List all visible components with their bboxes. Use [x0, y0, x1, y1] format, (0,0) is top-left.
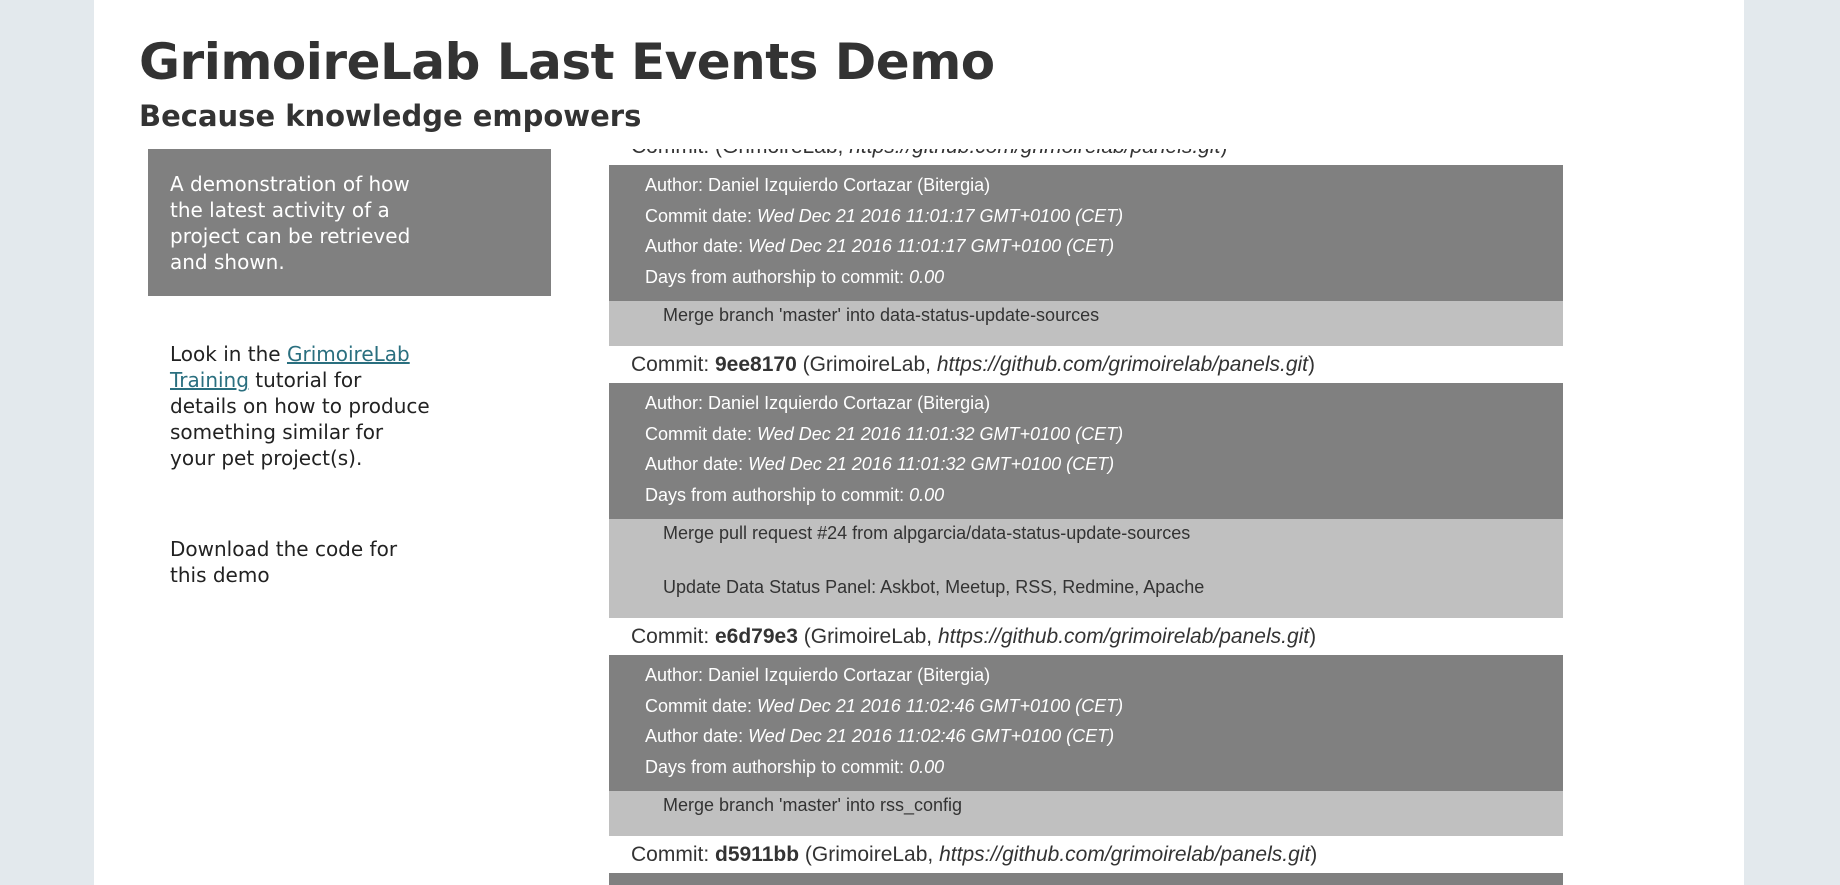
commit-repo: https://github.com/grimoirelab/panels.gi… — [937, 625, 1310, 648]
commit-label: Commit: — [631, 843, 715, 866]
days-to-commit-row: Days from authorship to commit: 0.00 — [645, 755, 1549, 786]
author-value: Daniel Izquierdo Cortazar (Bitergia) — [708, 175, 991, 195]
author-row: Author: Daniel Izquierdo Cortazar (Biter… — [645, 881, 1549, 885]
author-value: Daniel Izquierdo Cortazar (Bitergia) — [708, 665, 991, 685]
author-row: Author: Daniel Izquierdo Cortazar (Biter… — [645, 663, 1549, 694]
author-date-label: Author date: — [645, 454, 749, 474]
days-to-commit-label: Days from authorship to commit: — [645, 484, 910, 505]
days-to-commit-row: Days from authorship to commit: 0.00 — [645, 483, 1549, 514]
page: GrimoireLab Last Events Demo Because kno… — [94, 0, 1744, 885]
author-row: Author: Daniel Izquierdo Cortazar (Biter… — [645, 173, 1549, 204]
author-date-label: Author date: — [645, 236, 749, 256]
author-label: Author: — [645, 393, 709, 413]
author-date-row: Author date: Wed Dec 21 2016 11:01:32 GM… — [645, 452, 1549, 483]
days-to-commit-label: Days from authorship to commit: — [645, 756, 910, 777]
commit-hash: d5911bb — [715, 843, 800, 866]
author-date-value: Wed Dec 21 2016 11:01:32 GMT+0100 (CET) — [748, 454, 1115, 474]
commit-meta: Author: Daniel Izquierdo Cortazar (Biter… — [609, 873, 1563, 885]
author-row: Author: Daniel Izquierdo Cortazar (Biter… — [645, 391, 1549, 422]
commit-meta: Author: Daniel Izquierdo Cortazar (Biter… — [609, 383, 1563, 519]
commit-meta: Author: Daniel Izquierdo Cortazar (Biter… — [609, 165, 1563, 301]
commit-entry: Commit: d5911bb (GrimoireLab, https://gi… — [609, 836, 1563, 885]
page-title: GrimoireLab Last Events Demo — [139, 33, 995, 91]
commit-message-line: Merge pull request #24 from alpgarcia/da… — [663, 523, 1191, 543]
commit-label: Commit: — [631, 625, 715, 648]
commit-repo: https://github.com/grimoirelab/panels.gi… — [939, 843, 1311, 866]
commit-label: Commit: — [631, 353, 715, 376]
commit-entry: Commit: e6d79e3 (GrimoireLab, https://gi… — [609, 618, 1563, 836]
commit-hash: 9ee8170 — [715, 353, 797, 376]
commit-date-label: Commit date: — [645, 205, 758, 226]
commit-message: Merge branch 'master' into rss_config — [609, 791, 1563, 836]
days-to-commit-value: 0.00 — [909, 484, 945, 505]
commit-message: Merge pull request #24 from alpgarcia/da… — [609, 519, 1563, 618]
commit-date-value: Wed Dec 21 2016 11:02:46 GMT+0100 (CET) — [757, 695, 1124, 716]
author-date-row: Author date: Wed Dec 21 2016 11:02:46 GM… — [645, 724, 1549, 755]
commit-project: GrimoireLab — [810, 625, 927, 648]
page-subtitle: Because knowledge empowers — [139, 99, 642, 133]
author-date-value: Wed Dec 21 2016 11:02:46 GMT+0100 (CET) — [748, 726, 1115, 746]
author-date-value: Wed Dec 21 2016 11:01:17 GMT+0100 (CET) — [748, 236, 1115, 256]
commit-message-line: Merge branch 'master' into rss_config — [663, 795, 963, 815]
intro-box: A demonstration of how the latest activi… — [148, 149, 551, 296]
commit-message: Merge branch 'master' into data-status-u… — [609, 301, 1563, 346]
page-header: GrimoireLab Last Events Demo Because kno… — [139, 28, 995, 136]
commit-header: Commit: d5911bb (GrimoireLab, https://gi… — [631, 843, 1318, 866]
intro-text: A demonstration of how the latest activi… — [170, 172, 411, 274]
days-to-commit-row: Days from authorship to commit: 0.00 — [645, 265, 1549, 296]
sidebar: A demonstration of how the latest activi… — [148, 149, 551, 588]
download-note: Download the code for this demo — [170, 537, 398, 587]
commit-project: GrimoireLab — [811, 843, 928, 866]
training-prefix: Look in the — [170, 342, 287, 366]
days-to-commit-label: Days from authorship to commit: — [645, 266, 910, 287]
commit-header: Commit: 9ee8170 (GrimoireLab, https://gi… — [631, 353, 1316, 376]
commit-project: GrimoireLab — [809, 353, 926, 376]
author-date-label: Author date: — [645, 726, 749, 746]
author-label: Author: — [645, 175, 709, 195]
commit-date-value: Wed Dec 21 2016 11:01:32 GMT+0100 (CET) — [757, 423, 1124, 444]
author-date-row: Author date: Wed Dec 21 2016 11:01:17 GM… — [645, 234, 1549, 265]
commit-message-line: Merge branch 'master' into data-status-u… — [663, 305, 1100, 325]
commit-header: Commit: (GrimoireLab, https://github.com… — [609, 149, 1563, 165]
commit-date-row: Commit date: Wed Dec 21 2016 11:01:17 GM… — [645, 204, 1549, 235]
commit-hash: e6d79e3 — [715, 625, 798, 648]
commit-header: Commit: e6d79e3 (GrimoireLab, https://gi… — [631, 625, 1317, 648]
commit-repo: https://github.com/grimoirelab/panels.gi… — [849, 149, 1220, 158]
commit-date-label: Commit date: — [645, 695, 758, 716]
message-gap — [663, 546, 1549, 575]
commit-entry: Commit: (GrimoireLab, https://github.com… — [609, 149, 1563, 346]
commit-date-row: Commit date: Wed Dec 21 2016 11:01:32 GM… — [645, 422, 1549, 453]
training-note: Look in the GrimoireLab Training tutoria… — [170, 341, 430, 471]
commit-date-row: Commit date: Wed Dec 21 2016 11:02:46 GM… — [645, 694, 1549, 725]
commit-meta: Author: Daniel Izquierdo Cortazar (Biter… — [609, 655, 1563, 791]
commit-date-label: Commit date: — [645, 423, 758, 444]
days-to-commit-value: 0.00 — [909, 266, 945, 287]
author-value: Daniel Izquierdo Cortazar (Bitergia) — [708, 393, 991, 413]
author-label: Author: — [645, 665, 709, 685]
commit-message-line: Update Data Status Panel: Askbot, Meetup… — [663, 577, 1205, 597]
commit-entry: Commit: 9ee8170 (GrimoireLab, https://gi… — [609, 346, 1563, 618]
commit-feed[interactable]: Commit: (GrimoireLab, https://github.com… — [609, 149, 1563, 885]
commit-date-value: Wed Dec 21 2016 11:01:17 GMT+0100 (CET) — [757, 205, 1124, 226]
commit-project: GrimoireLab — [722, 149, 838, 158]
commit-repo: https://github.com/grimoirelab/panels.gi… — [936, 353, 1309, 376]
commit-feed-scroll: Commit: (GrimoireLab, https://github.com… — [609, 149, 1563, 885]
commit-label: Commit: — [631, 149, 715, 158]
days-to-commit-value: 0.00 — [909, 756, 945, 777]
